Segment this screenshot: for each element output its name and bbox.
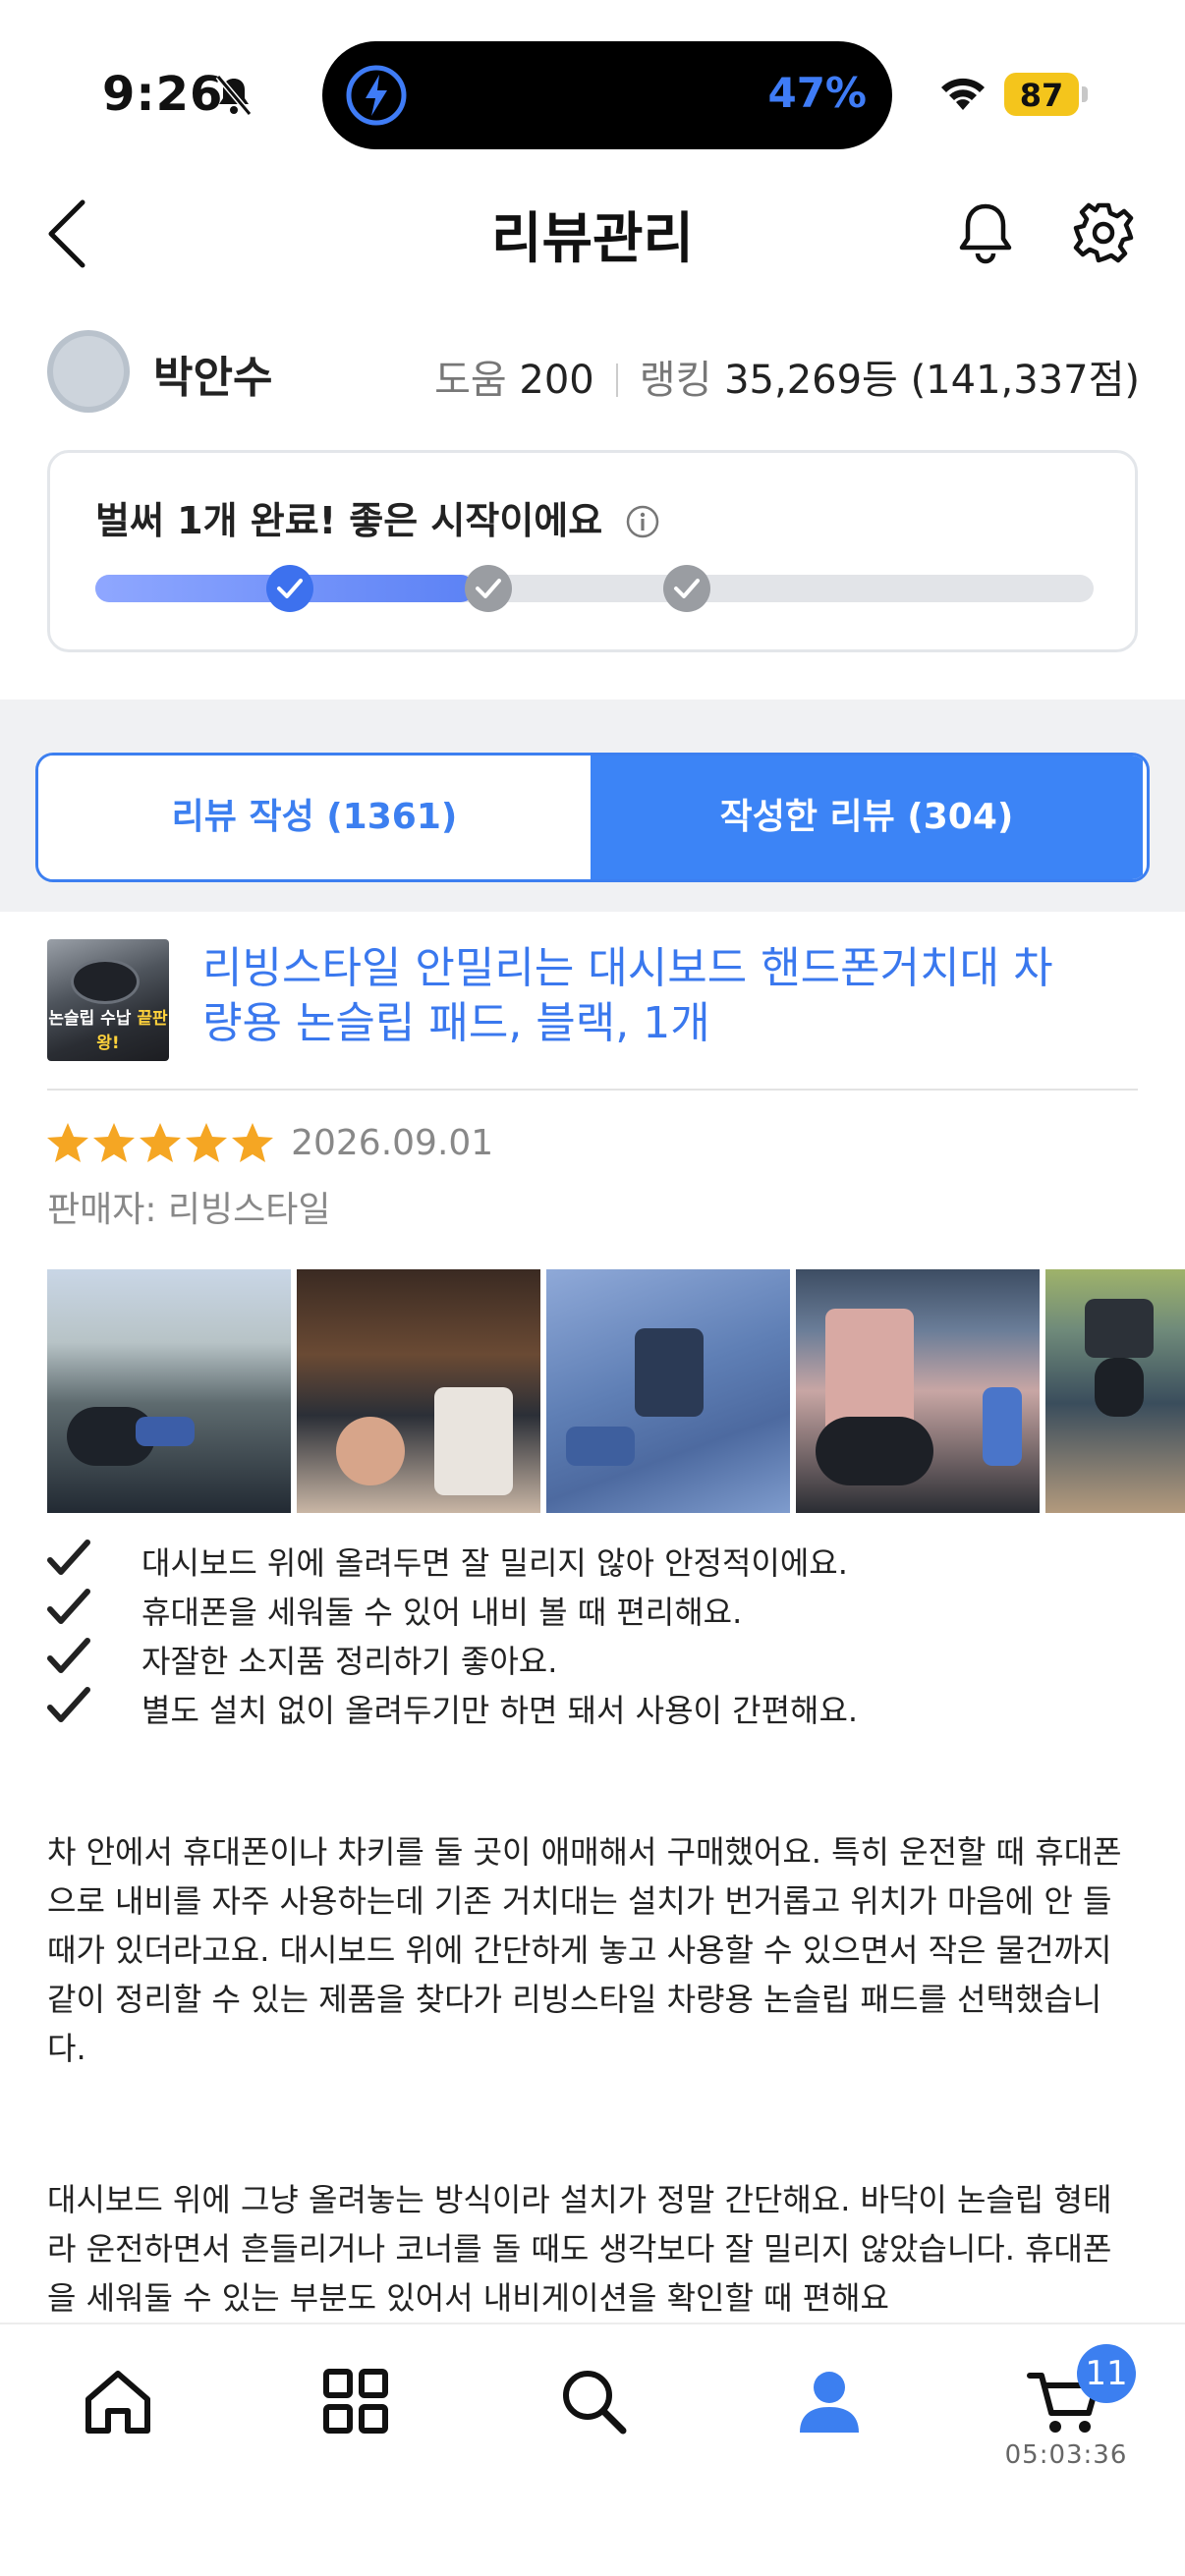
review-photo[interactable] [796, 1269, 1040, 1513]
review-body-paragraph: 차 안에서 휴대폰이나 차키를 둘 곳이 애매해서 구매했어요. 특히 운전할 … [47, 1833, 1122, 2067]
product-thumbnail[interactable]: 논슬립 수납 끝판왕! [47, 939, 169, 1061]
tab-write-review[interactable]: 리뷰 작성 (1361) [38, 756, 591, 879]
battery-nub [1082, 86, 1088, 102]
info-icon[interactable] [625, 504, 660, 539]
checklist-text: 대시보드 위에 올려두면 잘 밀리지 않아 안정적이에요. [141, 1544, 848, 1582]
island-battery-percent: 47% [767, 69, 867, 117]
wifi-icon [941, 78, 985, 110]
progress-message-row: 벌써 1개 완료! 좋은 시작이에요 [95, 490, 660, 544]
checklist-item: 대시보드 위에 올려두면 잘 밀리지 않아 안정적이에요. [47, 1535, 1138, 1584]
progress-step-3-icon [663, 565, 710, 612]
review-photo[interactable] [546, 1269, 790, 1513]
tab-written-reviews[interactable]: 작성한 리뷰 (304) [591, 756, 1143, 879]
checkmark-icon [47, 1589, 90, 1624]
checklist-text: 별도 설치 없이 올려두기만 하면 돼서 사용이 간편해요. [141, 1692, 859, 1729]
review-photo[interactable] [297, 1269, 540, 1513]
checklist-item: 자잘한 소지품 정리하기 좋아요. [47, 1633, 1138, 1682]
product-title-link[interactable]: 리빙스타일 안밀리는 대시보드 핸드폰거치대 차량용 논슬립 패드, 블랙, 1… [202, 941, 1067, 1051]
thumb-product-shape [71, 959, 140, 1004]
review-photo[interactable] [47, 1269, 291, 1513]
settings-gear-icon[interactable] [1071, 200, 1136, 265]
review-body-paragraph: 대시보드 위에 그냥 올려놓는 방식이라 설치가 정말 간단해요. 바닥이 논슬… [47, 2181, 1112, 2317]
review-checklist: 대시보드 위에 올려두면 잘 밀리지 않아 안정적이에요. 휴대폰을 세워둘 수… [47, 1535, 1138, 1731]
category-grid-icon[interactable] [316, 2362, 395, 2440]
checkmark-icon [47, 1638, 90, 1673]
review-stats: 도움 200 랭킹 35,269등 (141,337점) [434, 348, 1140, 405]
thumb-caption: 논슬립 수납 끝판왕! [48, 1009, 168, 1053]
home-icon[interactable] [79, 2362, 157, 2440]
review-photo-strip[interactable] [47, 1269, 1185, 1513]
star-icon [186, 1123, 227, 1162]
profile-summary: 박안수 도움 200 랭킹 35,269등 (141,337점) [47, 328, 1140, 417]
cart-count-badge: 11 [1077, 2344, 1136, 2403]
help-count: 200 [519, 358, 594, 403]
status-bar: 9:26 47% 87 [0, 0, 1185, 167]
my-page-icon[interactable] [790, 2362, 869, 2440]
progress-step-1-icon [266, 565, 313, 612]
bottom-navigation: 11 05:03:36 [0, 2323, 1185, 2576]
checklist-item: 휴대폰을 세워둘 수 있어 내비 볼 때 편리해요. [47, 1584, 1138, 1633]
status-time: 9:26 [102, 67, 224, 122]
review-tabs: 리뷰 작성 (1361) 작성한 리뷰 (304) [35, 753, 1150, 882]
stats-divider [615, 364, 618, 397]
star-icon [232, 1123, 273, 1162]
checkmark-icon [47, 1540, 90, 1575]
review-progress-card: 벌써 1개 완료! 좋은 시작이에요 [47, 450, 1138, 652]
review-rating-row: 2026.09.01 [45, 1120, 493, 1171]
avatar [47, 330, 130, 413]
checklist-text: 휴대폰을 세워둘 수 있어 내비 볼 때 편리해요. [141, 1594, 743, 1631]
help-label: 도움 [434, 358, 507, 403]
review-date: 2026.09.01 [291, 1122, 494, 1163]
search-icon[interactable] [554, 2362, 633, 2440]
charging-icon [346, 65, 407, 126]
silent-mode-icon [215, 75, 253, 116]
ranking-value: 35,269등 (141,337점) [724, 358, 1140, 403]
dynamic-island: 47% [322, 41, 892, 149]
star-icon [140, 1123, 181, 1162]
star-icon [93, 1123, 135, 1162]
checklist-text: 자잘한 소지품 정리하기 좋아요. [141, 1643, 558, 1680]
notification-bell-icon[interactable] [955, 200, 1016, 265]
seller-name: 판매자: 리빙스타일 [47, 1190, 331, 1230]
checklist-item: 별도 설치 없이 올려두기만 하면 돼서 사용이 간편해요. [47, 1682, 1138, 1731]
app-header: 리뷰관리 [0, 167, 1185, 295]
cart-timer: 05:03:36 [1004, 2440, 1128, 2470]
star-rating [45, 1123, 276, 1162]
ranking-label: 랭킹 [639, 358, 712, 403]
progress-message: 벌써 1개 완료! 좋은 시작이에요 [95, 499, 603, 542]
battery-icon: 87 [1004, 73, 1079, 116]
progress-track [95, 565, 1094, 612]
user-name: 박안수 [153, 353, 273, 403]
progress-step-2-icon [465, 565, 512, 612]
battery-level: 87 [1019, 77, 1064, 114]
review-photo[interactable] [1045, 1269, 1185, 1513]
star-icon [47, 1123, 88, 1162]
checkmark-icon [47, 1687, 90, 1722]
divider [47, 1089, 1138, 1091]
